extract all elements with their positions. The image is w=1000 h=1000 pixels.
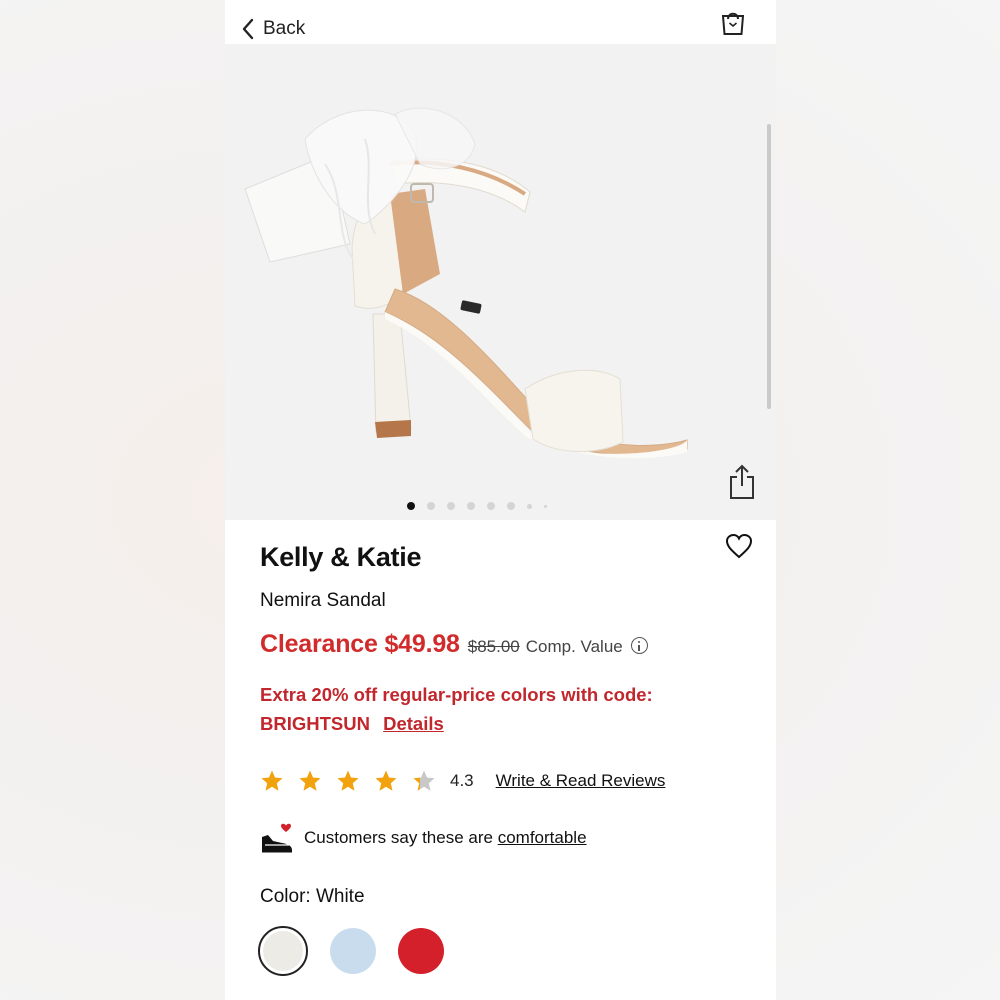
chevron-left-icon xyxy=(242,18,254,40)
comfort-link[interactable]: comfortable xyxy=(498,828,587,847)
info-icon[interactable] xyxy=(630,637,648,654)
product-name: Nemira Sandal xyxy=(260,590,386,611)
gallery-dot[interactable] xyxy=(426,502,435,510)
gallery-dot[interactable] xyxy=(406,502,415,510)
promo-details-link[interactable]: Details xyxy=(383,713,444,734)
gallery-dots xyxy=(225,500,776,512)
rating-row: 4.3 Write & Read Reviews xyxy=(260,766,665,796)
color-swatch-blue[interactable] xyxy=(330,928,376,974)
back-button[interactable]: Back xyxy=(241,14,305,44)
star-icon xyxy=(413,770,435,791)
color-swatches xyxy=(258,926,444,976)
star-icon xyxy=(337,770,359,791)
gallery-dot[interactable] xyxy=(486,502,495,510)
gallery-dot[interactable] xyxy=(506,502,515,510)
product-page: Back Kelly & Katie Nemira Sandal Clearan… xyxy=(225,0,776,1000)
back-label: Back xyxy=(263,18,306,39)
promo-message: Extra 20% off regular-price colors with … xyxy=(260,680,740,738)
gallery-dot[interactable] xyxy=(466,502,475,510)
color-swatch-white[interactable] xyxy=(258,926,308,976)
comfort-row: Customers say these are comfortable xyxy=(260,822,587,854)
swatch-fill xyxy=(398,928,444,974)
promo-text: Extra 20% off regular-price colors with … xyxy=(260,684,653,734)
gallery-dot[interactable] xyxy=(543,504,547,508)
top-bar: Back xyxy=(225,0,776,44)
heart-icon[interactable] xyxy=(725,533,753,559)
clearance-price: Clearance $49.98 xyxy=(260,630,460,658)
original-price: $85.00 xyxy=(467,637,520,656)
image-scrollbar[interactable] xyxy=(767,124,771,409)
comfort-prefix: Customers say these are xyxy=(304,828,493,847)
star-icon xyxy=(261,770,283,791)
rating-value: 4.3 xyxy=(450,771,474,790)
comfort-text: Customers say these are comfortable xyxy=(304,828,587,848)
gallery-dot[interactable] xyxy=(446,502,455,510)
sneaker-heart-icon xyxy=(262,823,292,853)
color-swatch-red[interactable] xyxy=(398,928,444,974)
reviews-link[interactable]: Write & Read Reviews xyxy=(496,771,666,791)
comp-value-label: Comp. Value xyxy=(525,637,623,656)
price-row: Clearance $49.98 $85.00 Comp. Value xyxy=(260,630,648,659)
gallery-dot[interactable] xyxy=(526,503,532,509)
shopping-bag-icon[interactable] xyxy=(720,8,746,36)
swatch-fill xyxy=(330,928,376,974)
star-icon xyxy=(299,770,321,791)
share-icon[interactable] xyxy=(728,464,756,500)
product-image-gallery[interactable] xyxy=(225,44,776,520)
star-rating[interactable] xyxy=(260,769,436,793)
color-label: Color: White xyxy=(260,886,365,907)
product-image xyxy=(244,107,688,459)
swatch-fill xyxy=(263,931,303,971)
star-icon xyxy=(375,770,397,791)
brand-name[interactable]: Kelly & Katie xyxy=(260,542,421,573)
